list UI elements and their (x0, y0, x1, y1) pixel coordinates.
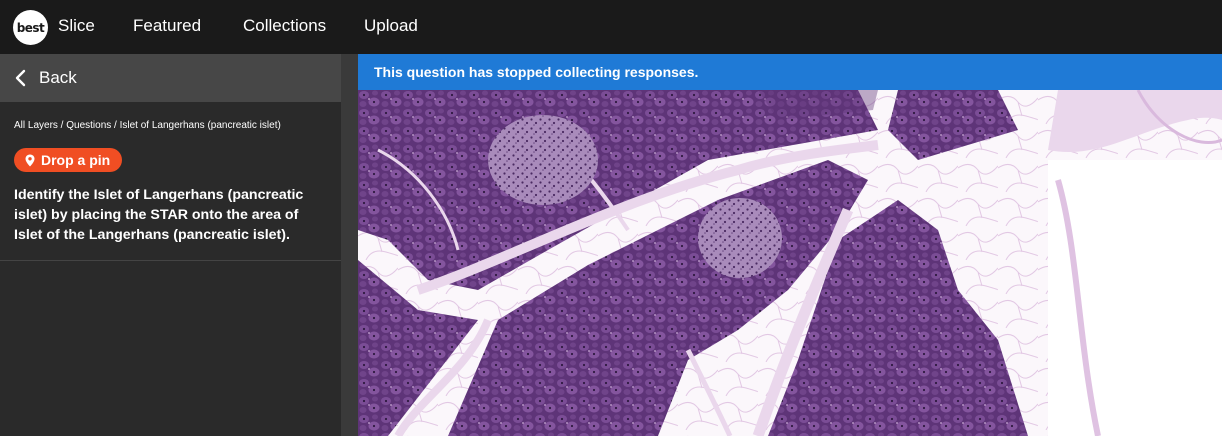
sidebar: Back All Layers / Questions / Islet of L… (0, 54, 341, 436)
brand-logo-text: best (16, 20, 45, 35)
tissue-slide-image (358, 90, 1222, 436)
back-button[interactable]: Back (0, 54, 341, 102)
question-panel: All Layers / Questions / Islet of Langer… (0, 102, 341, 261)
status-banner: This question has stopped collecting res… (358, 54, 1222, 90)
drop-pin-button[interactable]: Drop a pin (14, 148, 123, 172)
brand-logo[interactable]: best (13, 10, 48, 45)
top-navbar: best Slice Featured Collections Upload (0, 0, 1222, 54)
sidebar-scrollbar[interactable] (341, 54, 358, 436)
map-pin-icon (25, 154, 35, 166)
nav-item-collections[interactable]: Collections (243, 16, 326, 36)
breadcrumb[interactable]: All Layers / Questions / Islet of Langer… (14, 120, 327, 132)
nav-item-slice[interactable]: Slice (58, 16, 95, 36)
nav-item-featured[interactable]: Featured (133, 16, 201, 36)
back-button-label: Back (39, 68, 77, 87)
chevron-left-icon (15, 69, 26, 87)
question-text: Identify the Islet of Langerhans (pancre… (14, 187, 304, 243)
nav-item-upload[interactable]: Upload (364, 16, 418, 36)
slide-viewer[interactable] (358, 90, 1222, 436)
drop-pin-label: Drop a pin (41, 152, 111, 168)
